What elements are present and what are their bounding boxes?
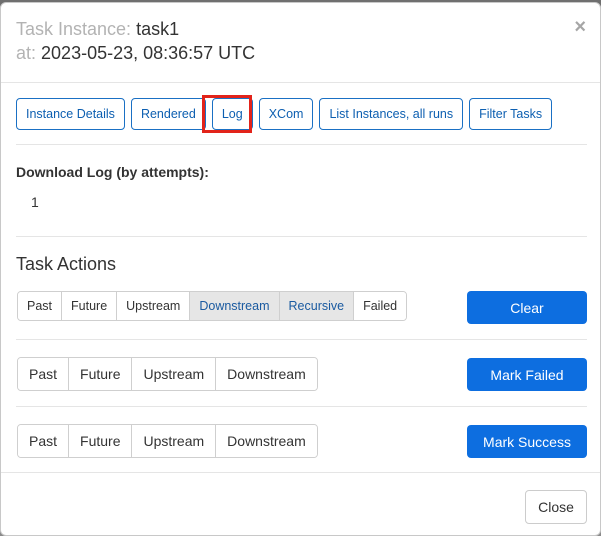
close-icon[interactable]: × [574, 17, 586, 37]
clear-upstream-option[interactable]: Upstream [117, 292, 191, 320]
clear-future-option[interactable]: Future [62, 292, 118, 320]
task-nav-buttons: Instance Details Rendered Log XCom List … [16, 98, 553, 130]
footer-divider [1, 472, 600, 473]
rendered-button[interactable]: Rendered [130, 98, 206, 130]
mark-failed-past-option[interactable]: Past [18, 358, 70, 390]
mark-success-downstream-option[interactable]: Downstream [216, 425, 317, 457]
divider [16, 406, 587, 407]
divider [16, 144, 587, 145]
divider [16, 339, 587, 340]
modal-title: Task Instance: task1 [16, 19, 179, 40]
divider [16, 236, 587, 237]
mark-failed-button[interactable]: Mark Failed [467, 358, 587, 391]
clear-downstream-option[interactable]: Downstream [190, 292, 280, 320]
mark-success-options-group: Past Future Upstream Downstream [17, 424, 318, 458]
mark-success-button[interactable]: Mark Success [467, 425, 587, 458]
download-log-title: Download Log (by attempts): [16, 164, 209, 180]
execution-timestamp: 2023-05-23, 08:36:57 UTC [41, 43, 256, 63]
task-instance-label: Task Instance: [16, 19, 132, 39]
mark-failed-upstream-option[interactable]: Upstream [132, 358, 217, 390]
task-name: task1 [136, 19, 180, 39]
mark-success-upstream-option[interactable]: Upstream [132, 425, 217, 457]
close-button[interactable]: Close [525, 490, 587, 524]
instance-details-button[interactable]: Instance Details [16, 98, 125, 130]
clear-recursive-option[interactable]: Recursive [279, 292, 355, 320]
mark-failed-options-group: Past Future Upstream Downstream [17, 357, 318, 391]
xcom-button[interactable]: XCom [258, 98, 314, 130]
filter-tasks-button[interactable]: Filter Tasks [469, 98, 553, 130]
task-instance-modal: Task Instance: task1 at: 2023-05-23, 08:… [0, 2, 601, 536]
mark-success-past-option[interactable]: Past [18, 425, 70, 457]
modal-header: Task Instance: task1 at: 2023-05-23, 08:… [1, 3, 600, 83]
modal-subtitle: at: 2023-05-23, 08:36:57 UTC [16, 43, 255, 64]
mark-failed-future-option[interactable]: Future [69, 358, 133, 390]
mark-failed-downstream-option[interactable]: Downstream [216, 358, 317, 390]
clear-failed-option[interactable]: Failed [354, 292, 407, 320]
mark-success-future-option[interactable]: Future [69, 425, 133, 457]
download-attempt-link[interactable]: 1 [31, 194, 39, 210]
log-button[interactable]: Log [211, 98, 253, 130]
clear-options-group: Past Future Upstream Downstream Recursiv… [17, 291, 408, 321]
list-instances-button[interactable]: List Instances, all runs [319, 98, 464, 130]
clear-button[interactable]: Clear [467, 291, 587, 324]
at-label: at: [16, 43, 37, 63]
task-actions-title: Task Actions [16, 254, 117, 274]
clear-past-option[interactable]: Past [18, 292, 63, 320]
